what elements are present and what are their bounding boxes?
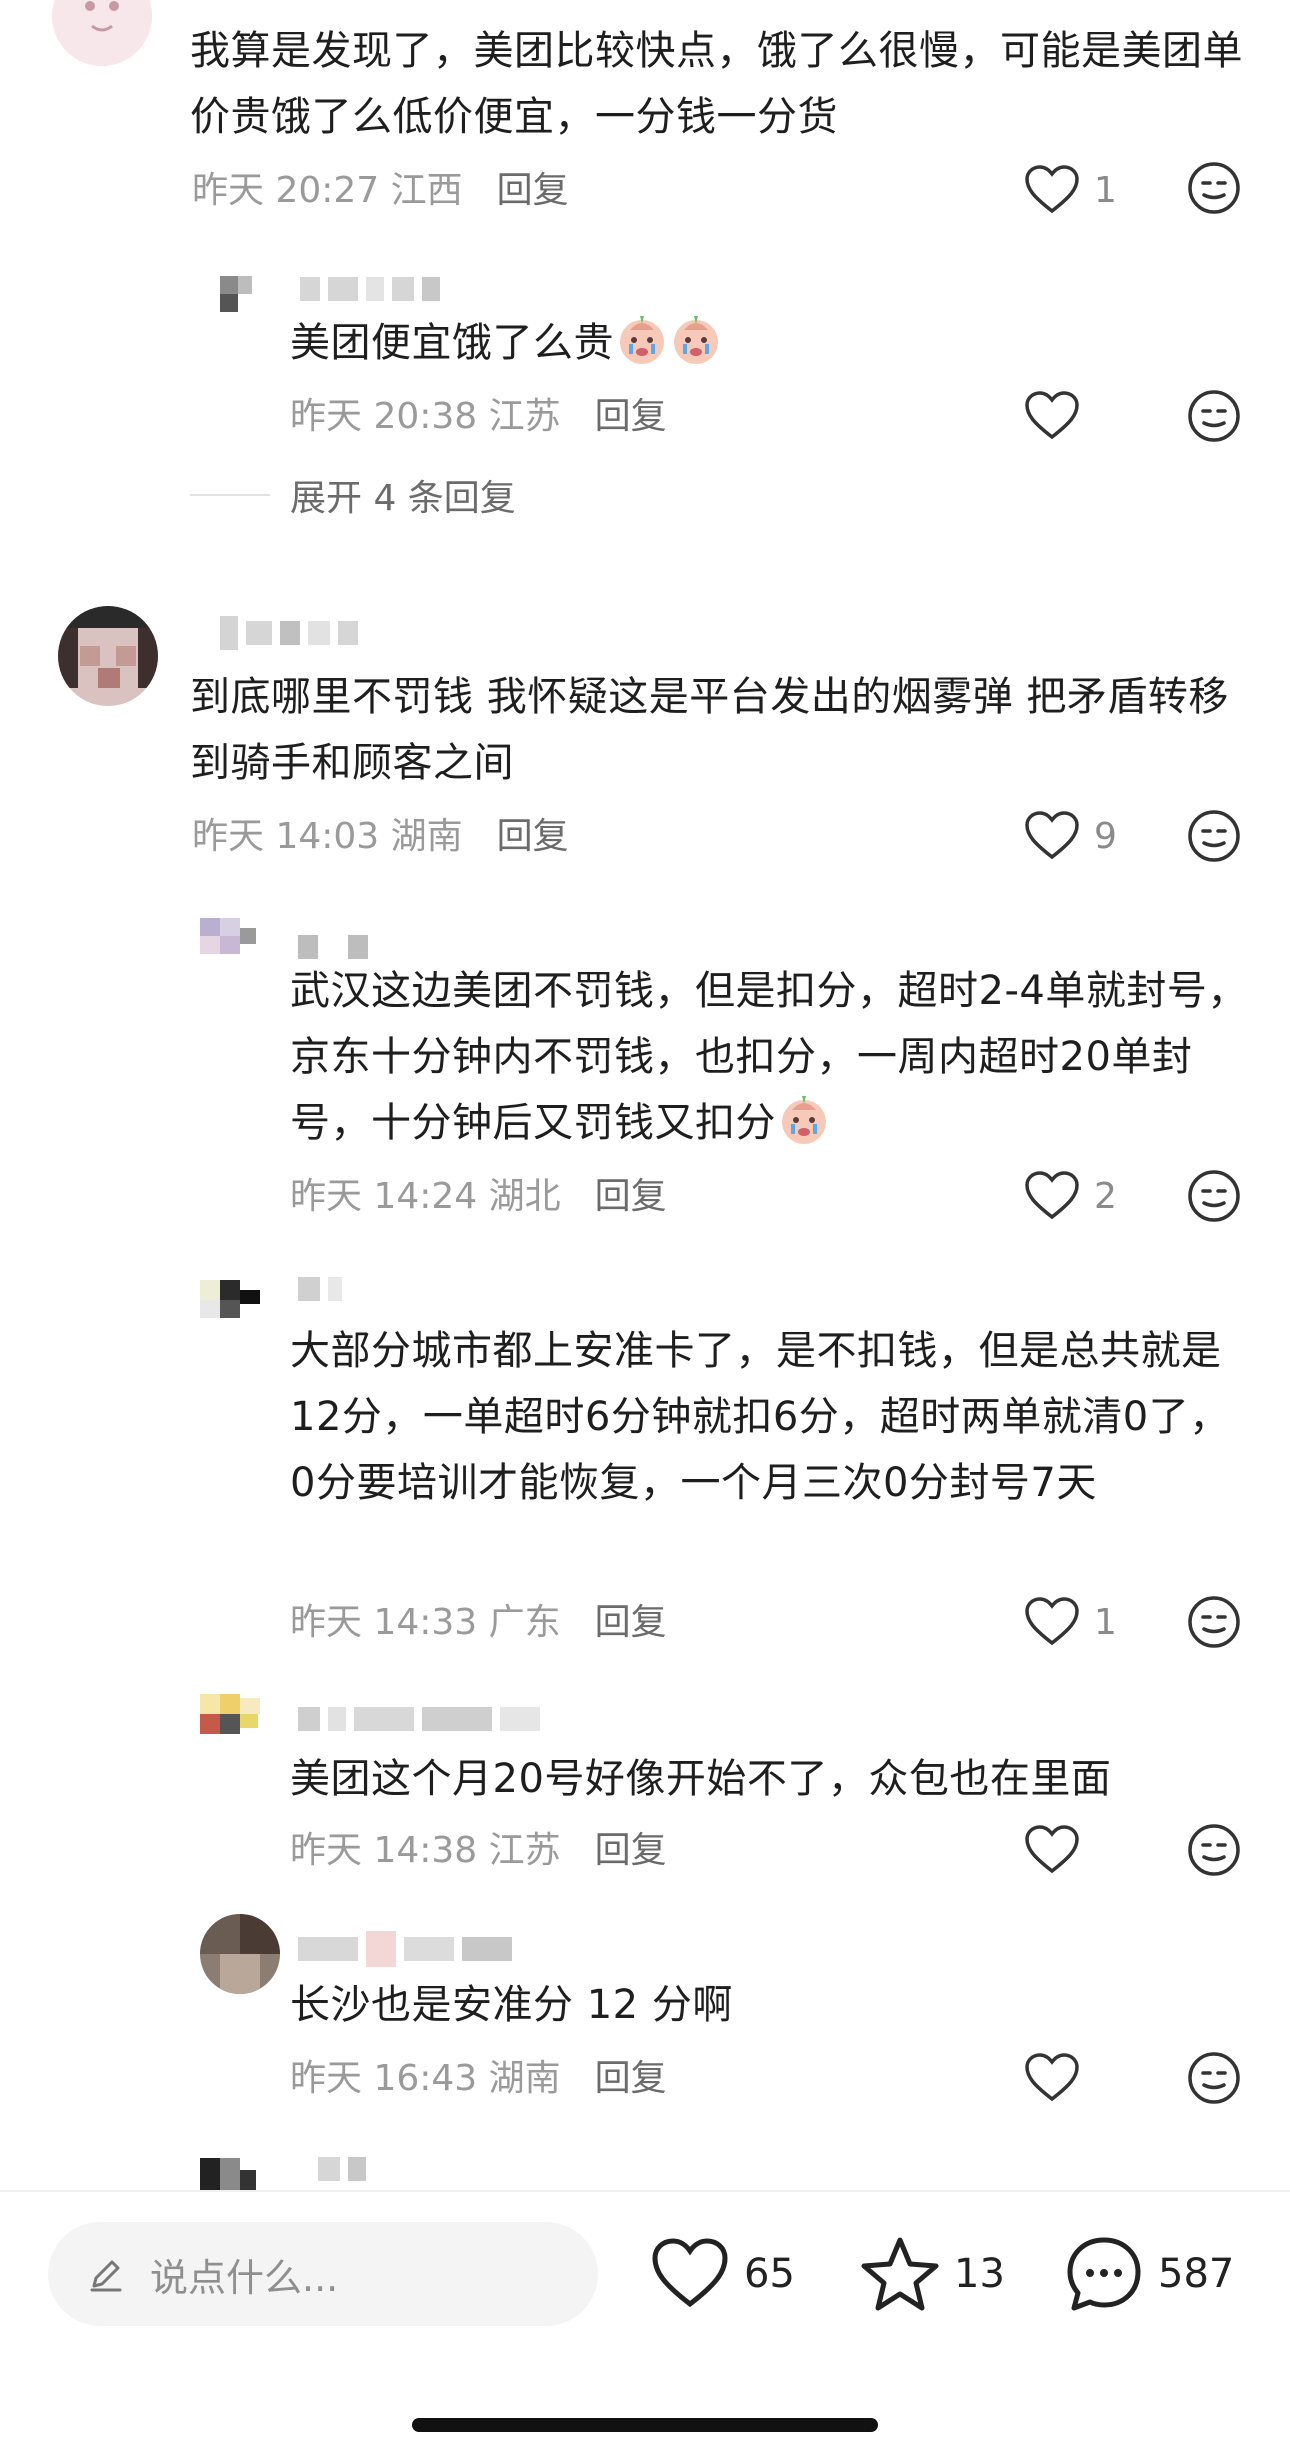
avatar[interactable] <box>200 914 280 994</box>
comment-text: 美团便宜饿了么贵 <box>290 310 1250 376</box>
comment-feed[interactable]: 我算是发现了，美团比较快点，饿了么很慢，可能是美团单价贵饿了么低价便宜，一分钱一… <box>0 0 1290 2190</box>
reply-button[interactable]: 回复 <box>595 1821 667 1873</box>
comment-meta: 昨天 14:24 湖北 回复 <box>290 1168 667 1218</box>
star-icon <box>861 2237 939 2311</box>
comment-time: 昨天 14:24 <box>290 1176 478 1217</box>
heart-icon <box>1025 1597 1079 1646</box>
avatar[interactable] <box>200 2150 280 2190</box>
comment-meta: 昨天 14:03 湖南 回复 <box>192 808 569 858</box>
username-blurred <box>298 934 368 960</box>
comment-text: 大部分城市都上安准卡了，是不扣钱，但是总共就是12分，一单超时6分钟就扣6分，超… <box>290 1328 1230 1506</box>
avatar[interactable] <box>52 0 152 66</box>
comment-text: 武汉这边美团不罚钱，但是扣分，超时2-4单就封号，京东十分钟内不罚钱，也扣分，一… <box>290 958 1250 1156</box>
comment-time: 昨天 14:33 <box>290 1602 478 1643</box>
heart-icon <box>1025 811 1079 860</box>
like-count: 1 <box>1094 169 1117 211</box>
like-button[interactable] <box>1024 2048 1080 2108</box>
comment-input[interactable]: 说点什么... <box>48 2222 598 2326</box>
comment-meta: 昨天 14:33 广东 回复 <box>290 1594 667 1644</box>
username-blurred <box>298 1706 540 1732</box>
crying-emoji-icon <box>782 1096 826 1144</box>
heart-icon <box>652 2238 728 2308</box>
like-button[interactable]: 9 <box>1024 806 1117 866</box>
reply-button[interactable]: 回复 <box>595 1593 667 1645</box>
comment-time: 昨天 16:43 <box>290 2058 478 2099</box>
avatar[interactable] <box>200 1276 280 1356</box>
divider <box>190 494 270 496</box>
crying-emoji-icon <box>620 316 664 364</box>
reply-button[interactable]: 回复 <box>595 2049 667 2101</box>
comment-button[interactable]: 587 <box>1064 2232 1234 2316</box>
comment-input-placeholder: 说点什么... <box>150 2255 339 2300</box>
react-icon[interactable] <box>1186 1594 1242 1650</box>
comment-time: 昨天 20:38 <box>290 396 478 437</box>
avatar[interactable] <box>58 606 158 706</box>
like-count: 2 <box>1094 1175 1117 1217</box>
comment-count: 587 <box>1158 2251 1235 2297</box>
react-icon[interactable] <box>1186 1822 1242 1878</box>
avatar[interactable] <box>200 1694 280 1774</box>
reply-button[interactable]: 回复 <box>595 1167 667 1219</box>
comment-time: 昨天 14:38 <box>290 1830 478 1871</box>
heart-icon <box>1025 1825 1079 1874</box>
expand-replies-button[interactable]: 展开 4 条回复 <box>290 470 516 520</box>
reply-button[interactable]: 回复 <box>497 161 569 213</box>
react-icon[interactable] <box>1186 2050 1242 2106</box>
comment-text: 到底哪里不罚钱 我怀疑这是平台发出的烟雾弹 把矛盾转移到骑手和顾客之间 <box>190 674 1229 786</box>
comment-location: 湖南 <box>488 2058 561 2099</box>
like-button[interactable] <box>1024 386 1080 446</box>
comment-text: 我算是发现了，美团比较快点，饿了么很慢，可能是美团单价贵饿了么低价便宜，一分钱一… <box>190 28 1243 140</box>
comment-time: 昨天 20:27 <box>192 170 380 211</box>
username-blurred <box>318 2156 366 2182</box>
comment-location: 江苏 <box>488 1830 561 1871</box>
comment-meta: 昨天 14:38 江苏 回复 <box>290 1822 667 1872</box>
comment-text: 美团这个月20号好像开始不了，众包也在里面 <box>290 1756 1112 1802</box>
comment-location: 江西 <box>390 170 463 211</box>
heart-icon <box>1025 391 1079 440</box>
username-blurred <box>220 616 358 650</box>
reply-text: 美团便宜饿了么贵 <box>290 320 614 366</box>
heart-icon <box>1025 1171 1079 1220</box>
reply-button[interactable]: 回复 <box>497 807 569 859</box>
username-blurred <box>298 1276 342 1302</box>
like-button[interactable]: 2 <box>1024 1166 1117 1226</box>
comment-meta: 昨天 20:38 江苏 回复 <box>290 388 667 438</box>
react-icon[interactable] <box>1186 160 1242 216</box>
like-count: 9 <box>1094 815 1117 857</box>
avatar[interactable] <box>212 268 292 348</box>
like-post-button[interactable]: 65 <box>650 2232 795 2316</box>
react-icon[interactable] <box>1186 1168 1242 1224</box>
home-indicator[interactable] <box>412 2418 878 2432</box>
reply-button[interactable]: 回复 <box>595 387 667 439</box>
like-count: 1 <box>1094 1601 1117 1643</box>
comment-location: 广东 <box>488 1602 561 1643</box>
favorite-count: 13 <box>954 2251 1005 2297</box>
comment-location: 湖南 <box>390 816 463 857</box>
username-blurred <box>300 276 440 302</box>
like-button[interactable] <box>1024 1820 1080 1880</box>
comment-meta: 昨天 20:27 江西 回复 <box>192 162 569 212</box>
heart-icon <box>1025 165 1079 214</box>
bottom-bar: 说点什么... 65 13 587 <box>0 2190 1290 2454</box>
comment-time: 昨天 14:03 <box>192 816 380 857</box>
favorite-button[interactable]: 13 <box>860 2232 1005 2316</box>
reply-text: 武汉这边美团不罚钱，但是扣分，超时2-4单就封号，京东十分钟内不罚钱，也扣分，一… <box>290 968 1248 1146</box>
comment-location: 江苏 <box>488 396 561 437</box>
like-button[interactable]: 1 <box>1024 160 1117 220</box>
react-icon[interactable] <box>1186 388 1242 444</box>
comment-meta: 昨天 16:43 湖南 回复 <box>290 2050 667 2100</box>
crying-emoji-icon <box>674 316 718 364</box>
username-blurred <box>298 1931 512 1967</box>
avatar[interactable] <box>200 1914 280 1994</box>
comment-text: 长沙也是安准分 12 分啊 <box>290 1982 733 2028</box>
react-icon[interactable] <box>1186 808 1242 864</box>
heart-icon <box>1025 2053 1079 2102</box>
like-button[interactable]: 1 <box>1024 1592 1117 1652</box>
comment-bubble-icon <box>1067 2237 1141 2311</box>
post-like-count: 65 <box>744 2251 795 2297</box>
comment-location: 湖北 <box>488 1176 561 1217</box>
pencil-icon <box>90 2260 122 2292</box>
